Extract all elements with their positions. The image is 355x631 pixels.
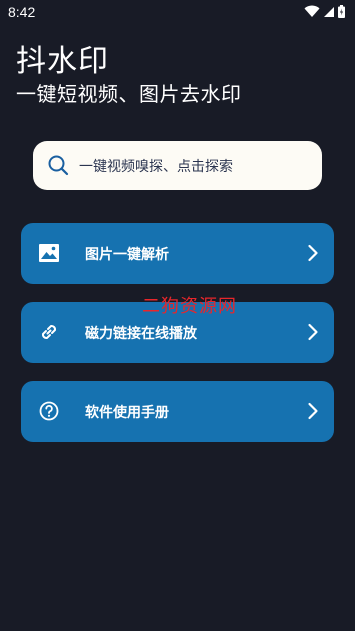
watermark-text: 二狗资源网 [142,296,237,317]
app-subtitle: 一键短视频、图片去水印 [16,82,242,106]
user-manual-button[interactable]: 软件使用手册 [21,381,334,442]
search-box[interactable]: 一键视频嗅探、点击探索 [33,141,322,190]
status-icons [304,5,345,18]
user-manual-label: 软件使用手册 [85,405,169,421]
image-parse-button[interactable]: 图片一键解析 [21,223,334,284]
wifi-icon [304,5,320,17]
help-circle-icon [39,401,59,421]
image-icon [39,244,59,262]
chevron-right-icon [308,244,318,262]
app-title: 抖水印 [16,44,109,79]
magnet-link-play-label: 磁力链接在线播放 [85,326,197,342]
status-time: 8:42 [8,4,36,20]
status-bar: 8:42 [0,0,355,24]
link-icon [41,324,57,340]
signal-icon [324,6,334,17]
search-icon [48,155,69,176]
chevron-right-icon [308,323,318,341]
battery-icon [338,5,345,18]
search-placeholder: 一键视频嗅探、点击探索 [79,159,233,175]
chevron-right-icon [308,402,318,420]
image-parse-label: 图片一键解析 [85,247,169,263]
